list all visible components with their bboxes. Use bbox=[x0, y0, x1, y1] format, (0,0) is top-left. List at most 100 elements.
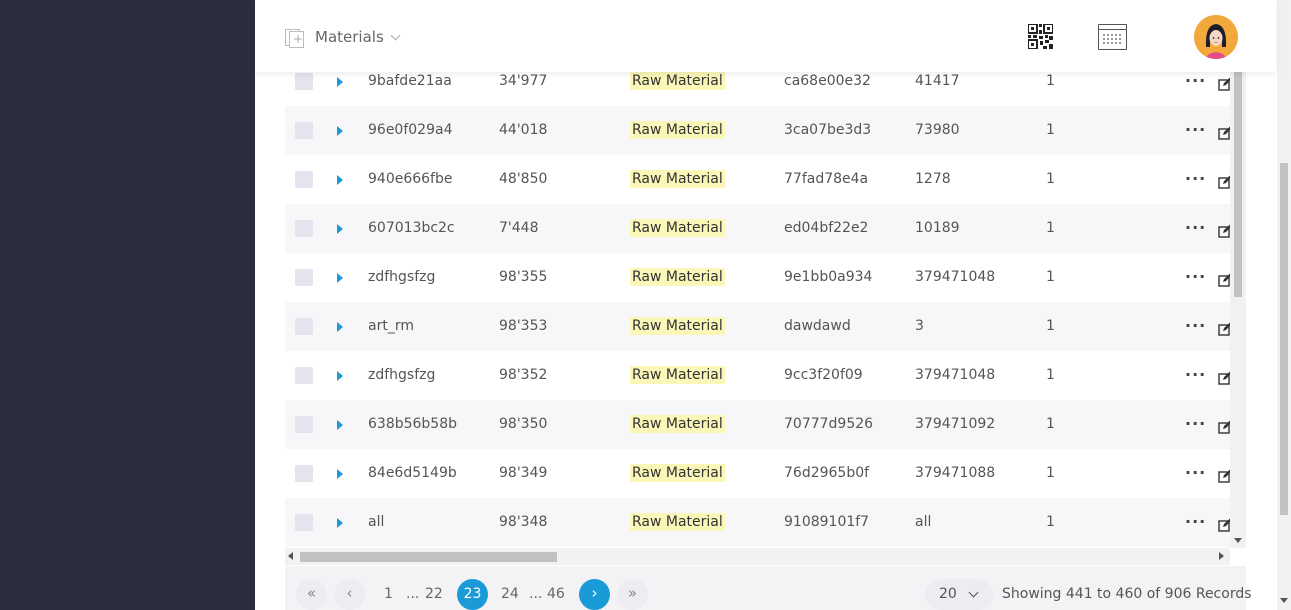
last-page-button[interactable]: » bbox=[617, 579, 648, 610]
more-options-icon[interactable]: ··· bbox=[1185, 71, 1206, 90]
cell-code: zdfhgsfzg bbox=[368, 366, 436, 383]
page-link-1[interactable]: 1 bbox=[384, 586, 393, 602]
cell-quantity: 48'850 bbox=[499, 170, 548, 187]
expand-row-icon[interactable] bbox=[337, 517, 343, 528]
cell-reference: ca68e00e32 bbox=[784, 72, 871, 89]
row-checkbox[interactable] bbox=[295, 73, 313, 90]
expand-row-icon[interactable] bbox=[337, 174, 343, 185]
table-row[interactable]: 940e666fbe 48'850 Raw Material 77fad78e4a 12… bbox=[285, 155, 1232, 204]
row-checkbox[interactable] bbox=[295, 318, 313, 335]
cell-type-badge: Raw Material bbox=[630, 365, 725, 384]
cell-code: 84e6d5149b bbox=[368, 464, 457, 481]
expand-row-icon[interactable] bbox=[337, 223, 343, 234]
table-row[interactable]: art_rm 98'353 Raw Material dawdawd 3 1 ··· bbox=[285, 302, 1232, 351]
cell-count: 1 bbox=[1046, 366, 1055, 383]
cell-reference: 3ca07be3d3 bbox=[784, 121, 872, 138]
table-horizontal-scrollbar[interactable] bbox=[285, 548, 1230, 565]
more-options-icon[interactable]: ··· bbox=[1185, 267, 1206, 286]
page-link-46[interactable]: 46 bbox=[547, 586, 565, 602]
first-page-button[interactable]: « bbox=[296, 579, 327, 610]
cell-quantity: 98'355 bbox=[499, 268, 548, 285]
row-checkbox[interactable] bbox=[295, 122, 313, 139]
cell-code: 638b56b58b bbox=[368, 415, 458, 432]
page-link-24[interactable]: 24 bbox=[501, 586, 519, 602]
cell-code: art_rm bbox=[368, 317, 414, 334]
materials-table: 9bafde21aa 34'977 Raw Material ca68e00e32 41… bbox=[285, 57, 1246, 565]
table-row[interactable]: 607013bc2c 7'448 Raw Material ed04bf22e2 101… bbox=[285, 204, 1232, 253]
more-options-icon[interactable]: ··· bbox=[1185, 120, 1206, 139]
page-link-22[interactable]: 22 bbox=[425, 586, 443, 602]
row-checkbox[interactable] bbox=[295, 269, 313, 286]
chevron-down-icon bbox=[968, 587, 979, 598]
expand-row-icon[interactable] bbox=[337, 125, 343, 136]
more-options-icon[interactable]: ··· bbox=[1185, 414, 1206, 433]
row-checkbox[interactable] bbox=[295, 514, 313, 531]
qr-code-icon[interactable] bbox=[1027, 23, 1054, 50]
expand-row-icon[interactable] bbox=[337, 419, 343, 430]
cell-quantity: 98'352 bbox=[499, 366, 548, 383]
cell-number: 1278 bbox=[915, 170, 951, 187]
more-options-icon[interactable]: ··· bbox=[1185, 218, 1206, 237]
cell-code: 9bafde21aa bbox=[368, 72, 452, 89]
page-link-active[interactable]: 23 bbox=[457, 579, 488, 610]
cell-type-badge: Raw Material bbox=[630, 71, 725, 90]
cell-reference: dawdawd bbox=[784, 317, 851, 334]
calendar-icon[interactable] bbox=[1098, 24, 1127, 50]
expand-row-icon[interactable] bbox=[337, 272, 343, 283]
cell-number: 379471048 bbox=[915, 268, 996, 285]
cell-count: 1 bbox=[1046, 513, 1055, 530]
table-row[interactable]: 96e0f029a4 44'018 Raw Material 3ca07be3d3 73… bbox=[285, 106, 1232, 155]
expand-row-icon[interactable] bbox=[337, 76, 343, 87]
cell-type-badge: Raw Material bbox=[630, 169, 725, 188]
cell-reference: 70777d9526 bbox=[784, 415, 874, 432]
row-checkbox[interactable] bbox=[295, 416, 313, 433]
more-options-icon[interactable]: ··· bbox=[1185, 169, 1206, 188]
cell-type-badge: Raw Material bbox=[630, 120, 725, 139]
cell-type-badge: Raw Material bbox=[630, 218, 725, 237]
cell-quantity: 98'353 bbox=[499, 317, 548, 334]
table-row[interactable]: 638b56b58b 98'350 Raw Material 70777d9526 37… bbox=[285, 400, 1232, 449]
prev-page-button[interactable]: ‹ bbox=[334, 579, 365, 610]
sidebar bbox=[0, 0, 255, 610]
cell-code: 96e0f029a4 bbox=[368, 121, 453, 138]
expand-row-icon[interactable] bbox=[337, 321, 343, 332]
cell-type-badge: Raw Material bbox=[630, 267, 725, 286]
page-ellipsis: ... bbox=[406, 586, 420, 602]
table-row[interactable]: zdfhgsfzg 98'355 Raw Material 9e1bb0a934 379… bbox=[285, 253, 1232, 302]
next-page-button[interactable]: › bbox=[579, 579, 610, 610]
cell-number: 379471048 bbox=[915, 366, 996, 383]
more-options-icon[interactable]: ··· bbox=[1185, 463, 1206, 482]
cell-count: 1 bbox=[1046, 121, 1055, 138]
row-checkbox[interactable] bbox=[295, 171, 313, 188]
row-checkbox[interactable] bbox=[295, 367, 313, 384]
add-page-icon: + bbox=[285, 27, 305, 48]
cell-quantity: 7'448 bbox=[499, 219, 539, 236]
cell-number: 10189 bbox=[915, 219, 960, 236]
cell-type-badge: Raw Material bbox=[630, 316, 725, 335]
table-row[interactable]: 84e6d5149b 98'349 Raw Material 76d2965b0f 37… bbox=[285, 449, 1232, 498]
more-options-icon[interactable]: ··· bbox=[1185, 365, 1206, 384]
cell-count: 1 bbox=[1046, 72, 1055, 89]
page-size-select[interactable]: 20 bbox=[925, 579, 993, 610]
user-avatar[interactable] bbox=[1194, 15, 1238, 59]
row-checkbox[interactable] bbox=[295, 220, 313, 237]
page-scrollbar[interactable] bbox=[1277, 0, 1291, 610]
table-row[interactable]: zdfhgsfzg 98'352 Raw Material 9cc3f20f09 379… bbox=[285, 351, 1232, 400]
more-options-icon[interactable]: ··· bbox=[1185, 512, 1206, 531]
main-content: + Materials 9bafde21aa 34'977 Raw Materi… bbox=[255, 0, 1291, 610]
expand-row-icon[interactable] bbox=[337, 370, 343, 381]
cell-reference: 9cc3f20f09 bbox=[784, 366, 863, 383]
cell-count: 1 bbox=[1046, 268, 1055, 285]
table-vertical-scrollbar[interactable] bbox=[1230, 70, 1246, 548]
cell-count: 1 bbox=[1046, 170, 1055, 187]
row-checkbox[interactable] bbox=[295, 465, 313, 482]
cell-quantity: 98'348 bbox=[499, 513, 548, 530]
cell-number: 3 bbox=[915, 317, 924, 334]
more-options-icon[interactable]: ··· bbox=[1185, 316, 1206, 335]
chevron-down-icon bbox=[390, 30, 401, 40]
expand-row-icon[interactable] bbox=[337, 468, 343, 479]
breadcrumb[interactable]: + Materials bbox=[285, 26, 401, 48]
cell-quantity: 34'977 bbox=[499, 72, 548, 89]
cell-code: 940e666fbe bbox=[368, 170, 453, 187]
table-row[interactable]: all 98'348 Raw Material 91089101f7 all 1 ··· bbox=[285, 498, 1232, 547]
